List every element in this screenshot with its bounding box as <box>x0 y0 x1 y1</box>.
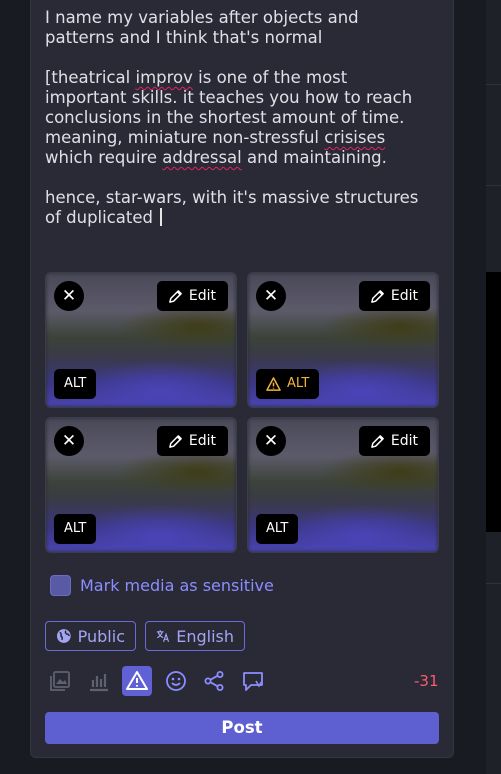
translate-icon <box>156 630 170 643</box>
pencil-icon <box>169 289 182 303</box>
visibility-button[interactable]: Public <box>45 621 136 651</box>
compose-toolbar <box>45 666 277 696</box>
close-icon: ✕ <box>263 286 279 306</box>
text-segment: [theatrical <box>45 68 136 87</box>
poll-icon <box>89 674 108 692</box>
misspelled-word[interactable]: addressal <box>162 148 242 167</box>
post-button[interactable]: Post <box>45 712 439 744</box>
text-segment: of duplicated <box>45 208 159 227</box>
close-icon: ✕ <box>61 286 77 306</box>
remove-media-button[interactable]: ✕ <box>54 281 84 311</box>
text-line: conclusions in the shortest amount of ti… <box>45 108 405 127</box>
remove-media-button[interactable]: ✕ <box>256 281 286 311</box>
edit-label: Edit <box>390 433 418 449</box>
text-segment: meaning, miniature non-stressful <box>45 128 325 147</box>
alt-text-button[interactable]: ALT <box>54 369 97 399</box>
alt-text-button[interactable]: ALT <box>256 514 299 544</box>
character-counter: -31 <box>414 672 439 690</box>
text-segment: which require <box>45 148 163 167</box>
remove-media-button[interactable]: ✕ <box>54 426 84 456</box>
misspelled-word[interactable]: improv <box>135 68 192 87</box>
pencil-icon <box>169 434 182 448</box>
media-attachment[interactable]: ✕ Edit ALT <box>45 417 237 553</box>
language-label: English <box>176 626 234 646</box>
alt-label: ALT <box>266 521 289 536</box>
edit-media-button[interactable]: Edit <box>156 426 228 456</box>
compose-textarea[interactable]: I name my variables after objects and pa… <box>45 8 435 228</box>
edit-media-button[interactable]: Edit <box>156 281 228 311</box>
add-poll-button[interactable] <box>84 666 114 696</box>
quote-post-button[interactable] <box>238 666 268 696</box>
share-button[interactable] <box>199 666 229 696</box>
remove-media-button[interactable]: ✕ <box>256 426 286 456</box>
pencil-icon <box>371 434 384 448</box>
mark-sensitive-option[interactable]: Mark media as sensitive <box>50 575 274 596</box>
alt-text-button[interactable]: ALT <box>54 514 97 544</box>
alt-label: ALT <box>287 376 310 391</box>
text-caret <box>160 208 163 226</box>
pencil-icon <box>371 289 384 303</box>
close-icon: ✕ <box>61 431 77 451</box>
close-icon: ✕ <box>263 431 279 451</box>
text-line: I name my variables after objects and <box>45 8 359 27</box>
quote-icon <box>243 672 263 691</box>
visibility-label: Public <box>77 626 125 646</box>
divider <box>486 583 501 584</box>
language-button[interactable]: English <box>145 621 245 651</box>
side-column <box>486 0 501 774</box>
emoji-button[interactable] <box>161 666 191 696</box>
text-segment: and maintaining. <box>241 148 387 167</box>
globe-icon <box>56 629 71 643</box>
warning-icon <box>266 377 281 391</box>
media-attachment[interactable]: ✕ Edit ALT <box>45 272 237 408</box>
media-attachment[interactable]: ✕ Edit ALT <box>247 417 439 553</box>
content-warning-button[interactable] <box>122 666 153 696</box>
misspelled-word[interactable]: crisises <box>324 128 385 147</box>
add-media-button[interactable] <box>45 666 75 696</box>
emoji-icon <box>165 671 186 691</box>
media-preview-edge <box>486 272 501 532</box>
text-line: patterns and I think that's normal <box>45 28 323 47</box>
divider <box>486 185 501 186</box>
edit-media-button[interactable]: Edit <box>358 426 430 456</box>
sensitive-label: Mark media as sensitive <box>80 576 274 595</box>
edit-media-button[interactable]: Edit <box>358 281 430 311</box>
alt-text-button[interactable]: ALT <box>256 369 320 399</box>
media-attachment[interactable]: ✕ Edit ALT <box>247 272 439 408</box>
sensitive-checkbox[interactable] <box>50 575 71 596</box>
text-line: hence, star-wars, with it's massive stru… <box>45 188 419 207</box>
image-icon <box>50 671 70 691</box>
edit-label: Edit <box>188 433 216 449</box>
edit-label: Edit <box>188 288 216 304</box>
text-line: important skills. it teaches you how to … <box>45 88 413 107</box>
alt-label: ALT <box>64 376 87 391</box>
alt-label: ALT <box>64 521 87 536</box>
warning-icon <box>126 671 149 690</box>
divider <box>486 84 501 85</box>
edit-label: Edit <box>390 288 418 304</box>
text-segment: is one of the most <box>192 68 348 87</box>
share-icon <box>204 671 224 691</box>
